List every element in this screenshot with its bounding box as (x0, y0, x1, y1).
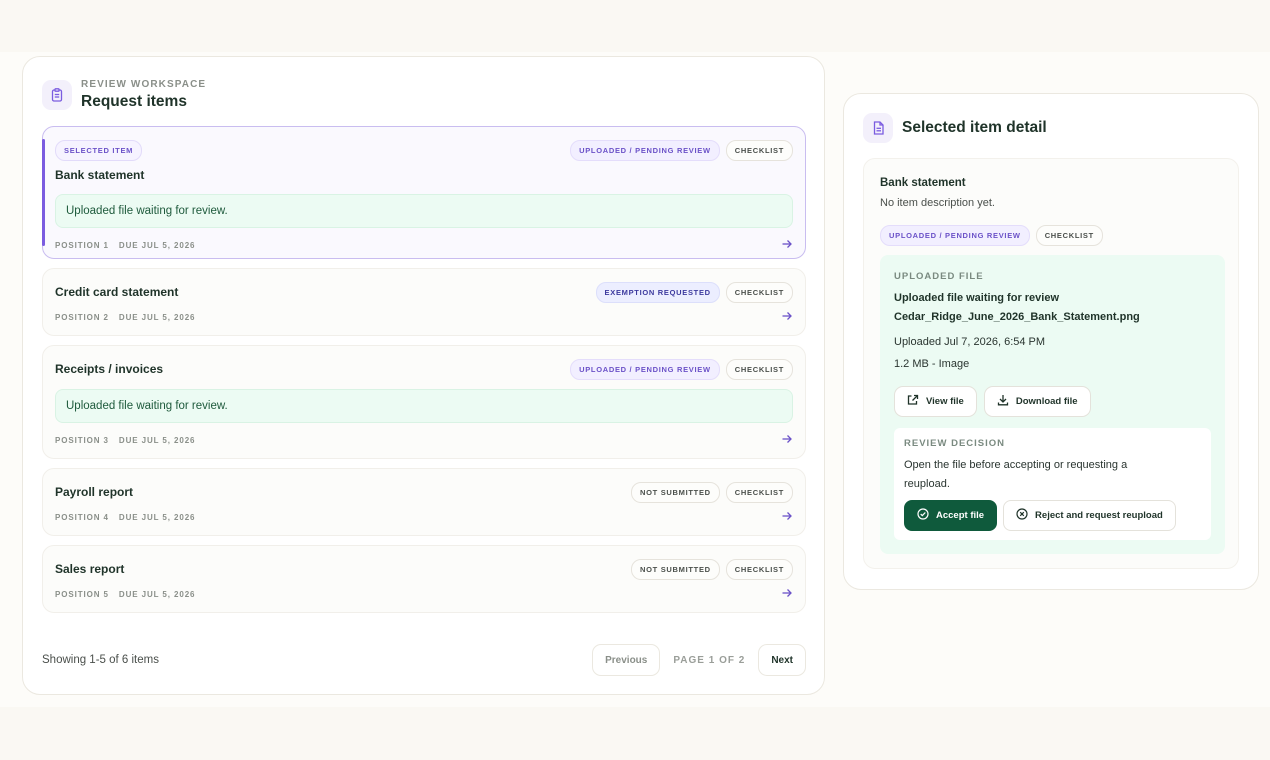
item-due-date: DUE JUL 5, 2026 (118, 512, 196, 522)
file-upload-time: Uploaded Jul 7, 2026, 6:54 PM (894, 336, 1046, 348)
accept-file-label: Accept file (936, 510, 985, 521)
item-meta: POSITION 4 DUE JUL 5, 2026 (55, 513, 195, 522)
arrow-right-icon[interactable] (781, 510, 793, 524)
item-position: POSITION 4 (55, 512, 109, 522)
view-file-label: View file (926, 396, 964, 407)
panel-header: REVIEW WORKSPACE Request items (42, 79, 206, 111)
uploaded-file-eyebrow: UPLOADED FILE (894, 271, 984, 282)
arrow-right-icon[interactable] (781, 310, 793, 324)
status-badge: UPLOADED / PENDING REVIEW (570, 359, 720, 380)
item-notice: Uploaded file waiting for review. (55, 389, 793, 423)
arrow-right-icon[interactable] (781, 587, 793, 601)
external-link-icon (907, 394, 919, 409)
item-due-date: DUE JUL 5, 2026 (118, 312, 196, 322)
item-due-date: DUE JUL 5, 2026 (118, 435, 196, 445)
next-page-button[interactable]: Next (758, 644, 806, 676)
item-position: POSITION 5 (55, 589, 109, 599)
download-file-label: Download file (1015, 396, 1078, 407)
item-name: Bank statement (55, 168, 145, 182)
document-icon (863, 113, 893, 143)
check-circle-icon (917, 508, 929, 523)
uploaded-file-card: UPLOADED FILE Uploaded file waiting for … (880, 255, 1225, 554)
item-name: Payroll report (55, 485, 134, 499)
item-meta: POSITION 2 DUE JUL 5, 2026 (55, 313, 195, 322)
detail-header: Selected item detail (863, 113, 1047, 143)
detail-item-name: Bank statement (880, 177, 966, 189)
item-name: Receipts / invoices (55, 362, 164, 376)
item-position: POSITION 3 (55, 435, 109, 445)
item-due-date: DUE JUL 5, 2026 (118, 240, 196, 250)
panel-title: Request items (81, 93, 187, 110)
item-name: Credit card statement (55, 285, 179, 299)
selected-item-badge: SELECTED ITEM (55, 140, 143, 161)
request-item-sales-report[interactable]: Sales report NOT SUBMITTED CHECKLIST POS… (42, 545, 806, 613)
x-circle-icon (1016, 508, 1028, 523)
detail-description: No item description yet. (880, 197, 995, 209)
detail-title: Selected item detail (902, 119, 1047, 136)
page-indicator: PAGE 1 OF 2 (673, 654, 746, 666)
item-meta: POSITION 1 DUE JUL 5, 2026 (55, 241, 195, 250)
pagination-bar: Showing 1-5 of 6 items Previous PAGE 1 O… (42, 644, 806, 676)
review-decision-box: REVIEW DECISION Open the file before acc… (894, 428, 1211, 540)
item-meta: POSITION 5 DUE JUL 5, 2026 (55, 590, 195, 599)
type-badge: CHECKLIST (725, 140, 793, 161)
status-badge: EXEMPTION REQUESTED (595, 282, 720, 303)
previous-page-button[interactable]: Previous (592, 644, 661, 676)
download-file-button[interactable]: Download file (983, 386, 1091, 417)
request-item-bank-statement[interactable]: SELECTED ITEM Bank statement UPLOADED / … (42, 126, 806, 259)
review-decision-eyebrow: REVIEW DECISION (904, 438, 1006, 449)
request-item-list: SELECTED ITEM Bank statement UPLOADED / … (42, 126, 806, 622)
showing-count: Showing 1-5 of 6 items (42, 654, 159, 666)
detail-type-badge: CHECKLIST (1035, 225, 1103, 246)
status-badge: UPLOADED / PENDING REVIEW (570, 140, 720, 161)
item-position: POSITION 2 (55, 312, 109, 322)
item-name: Sales report (55, 562, 125, 576)
reject-request-reupload-label: Reject and request reupload (1035, 510, 1163, 521)
detail-body: Bank statement No item description yet. … (863, 158, 1239, 569)
request-items-panel: REVIEW WORKSPACE Request items SELECTED … (22, 56, 825, 695)
status-badge: NOT SUBMITTED (631, 482, 720, 503)
file-name: Cedar_Ridge_June_2026_Bank_Statement.png (894, 311, 1140, 323)
reject-request-reupload-button[interactable]: Reject and request reupload (1003, 500, 1176, 531)
request-item-payroll-report[interactable]: Payroll report NOT SUBMITTED CHECKLIST P… (42, 468, 806, 536)
arrow-right-icon[interactable] (781, 238, 793, 252)
view-file-button[interactable]: View file (894, 386, 977, 417)
review-decision-text: Open the file before accepting or reques… (904, 459, 1128, 490)
arrow-right-icon[interactable] (781, 433, 793, 447)
item-position: POSITION 1 (55, 240, 109, 250)
item-due-date: DUE JUL 5, 2026 (118, 589, 196, 599)
type-badge: CHECKLIST (725, 482, 793, 503)
type-badge: CHECKLIST (725, 359, 793, 380)
type-badge: CHECKLIST (725, 282, 793, 303)
file-heading: Uploaded file waiting for review (894, 292, 1060, 304)
file-size: 1.2 MB - Image (894, 358, 970, 370)
request-item-credit-card-statement[interactable]: Credit card statement EXEMPTION REQUESTE… (42, 268, 806, 336)
accept-file-button[interactable]: Accept file (904, 500, 998, 531)
item-detail-panel: Selected item detail Bank statement No i… (843, 93, 1259, 590)
workspace-eyebrow: REVIEW WORKSPACE (81, 79, 207, 90)
clipboard-icon (42, 80, 72, 110)
request-item-receipts-invoices[interactable]: Receipts / invoices UPLOADED / PENDING R… (42, 345, 806, 459)
download-icon (997, 394, 1009, 409)
item-meta: POSITION 3 DUE JUL 5, 2026 (55, 436, 195, 445)
item-notice: Uploaded file waiting for review. (55, 194, 793, 228)
detail-status-badge: UPLOADED / PENDING REVIEW (880, 225, 1030, 246)
status-badge: NOT SUBMITTED (631, 559, 720, 580)
type-badge: CHECKLIST (725, 559, 793, 580)
